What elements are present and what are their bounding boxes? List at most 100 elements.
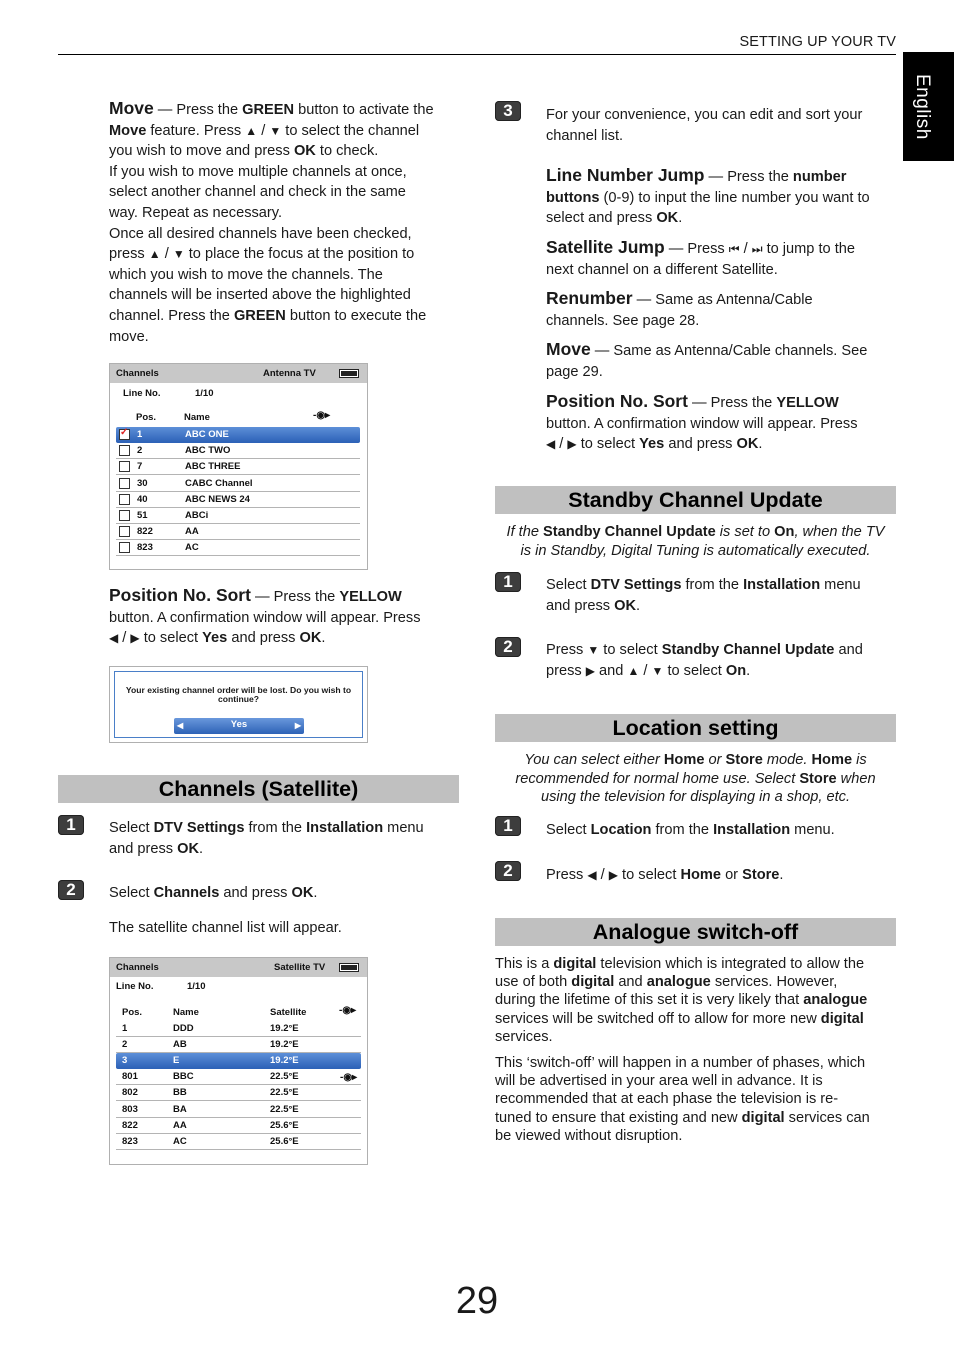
standby-step-2-text: Press ▼ to select Standby Channel Update…	[546, 642, 863, 679]
move-heading: Move	[109, 98, 154, 118]
channel-row[interactable]: 822 AA	[116, 524, 360, 541]
channel-satellite: 19.2°E	[270, 1023, 299, 1034]
channel-satellite: 22.5°E	[270, 1071, 299, 1083]
channel-row[interactable]: 822 AA 25.6°E	[116, 1118, 361, 1134]
standby-intro: If the Standby Channel Update is set to …	[506, 524, 885, 559]
channel-satellite: 19.2°E	[270, 1055, 299, 1067]
up-arrow-icon: ▲	[148, 247, 161, 262]
line-no-value: 1/10	[195, 388, 214, 399]
position-sort-heading: Position No. Sort	[109, 585, 251, 605]
satellite-channel-list-screen: Channels Satellite TV Line No. 1/10 Pos.…	[109, 957, 368, 1165]
channel-pos: 30	[137, 477, 148, 489]
step-1-badge: 1	[58, 815, 84, 835]
column-header-satellite: Satellite	[270, 1007, 307, 1018]
channel-name: AC	[173, 1135, 187, 1147]
channel-name: E	[173, 1055, 180, 1067]
channel-name: ABC ONE	[185, 429, 229, 440]
channel-row[interactable]: 801 BBC 22.5°E -◉▸	[116, 1069, 361, 1086]
channel-name: ABC TWO	[185, 445, 231, 457]
position-sort-heading: Position No. Sort	[546, 391, 688, 411]
step-3-badge: 3	[495, 101, 521, 121]
channel-satellite: 25.6°E	[270, 1135, 299, 1147]
channel-checkbox[interactable]	[119, 445, 130, 457]
location-step-2-text: Press ◀ / ▶ to select Home or Store.	[546, 867, 784, 883]
channel-row[interactable]: 40 ABC NEWS 24	[116, 492, 360, 508]
channel-name: ABCi	[185, 510, 209, 521]
channel-pos: 40	[137, 493, 148, 505]
channel-row[interactable]: 2 ABC TWO	[116, 443, 360, 460]
step-1-badge: 1	[495, 816, 521, 836]
location-step-1-text: Select Location from the Installation me…	[546, 822, 835, 838]
channel-pos: 7	[137, 461, 143, 473]
channel-checkbox[interactable]	[119, 542, 130, 554]
channel-satellite: 22.5°E	[270, 1103, 299, 1115]
line-no-label: Line No.	[116, 981, 154, 992]
satellite-move-icon: -◉▸	[340, 1072, 358, 1084]
channel-row[interactable]: 7 ABC THREE	[116, 459, 360, 476]
channel-name: ABC NEWS 24	[185, 493, 250, 505]
channel-row[interactable]: 30 CABC Channel	[116, 476, 360, 492]
satellite-move-icon: -◉▸	[313, 410, 331, 421]
channel-row[interactable]: 1 ABC ONE	[116, 427, 360, 443]
running-header: SETTING UP YOUR TV	[739, 34, 896, 50]
language-tab-label: English	[912, 74, 933, 140]
header-rule	[58, 54, 896, 55]
step-2-badge: 2	[495, 861, 521, 881]
channel-checkbox[interactable]	[119, 427, 130, 440]
page-number: 29	[455, 1280, 499, 1322]
confirmation-dialog: Your existing channel order will be lost…	[109, 666, 368, 743]
column-header-pos: Pos.	[122, 1007, 143, 1018]
channel-row[interactable]: 1 DDD 19.2°E	[116, 1021, 361, 1037]
column-header-name: Name	[173, 1007, 199, 1018]
channel-pos: 2	[137, 445, 143, 457]
skip-forward-icon: ⏭	[751, 242, 763, 256]
channel-checkbox[interactable]	[119, 493, 130, 505]
channel-row[interactable]: 3 E 19.2°E	[116, 1053, 361, 1070]
down-arrow-icon: ▼	[269, 123, 282, 138]
move-description: Move — Press the GREEN button to activat…	[109, 98, 434, 345]
channel-satellite: 22.5°E	[270, 1087, 299, 1099]
move-satellite-description: Move — Same as Antenna/Cable channels. S…	[546, 339, 868, 380]
channel-name: ABC THREE	[185, 461, 241, 473]
channel-pos: 823	[122, 1135, 138, 1147]
channel-row[interactable]: 802 BB 22.5°E	[116, 1085, 361, 1102]
channel-checkbox[interactable]	[119, 510, 130, 521]
satellite-move-icon: -◉▸	[339, 1005, 357, 1016]
channel-satellite: 19.2°E	[270, 1039, 299, 1051]
section-heading-analogue-switch-off: Analogue switch-off	[495, 918, 896, 946]
step-2-badge: 2	[495, 637, 521, 657]
channel-name: BA	[173, 1103, 187, 1115]
screen-title-bar: Channels Antenna TV	[110, 364, 367, 383]
channel-checkbox[interactable]	[119, 461, 130, 473]
channel-row[interactable]: 823 AC	[116, 540, 360, 557]
satellite-jump-description: Satellite Jump — Press ⏮ / ⏭ to jump to …	[546, 237, 855, 278]
channel-checkbox[interactable]	[119, 526, 130, 538]
channel-name: CABC Channel	[185, 477, 253, 489]
channel-name: AA	[173, 1119, 187, 1131]
channel-name: AC	[185, 542, 199, 554]
right-arrow-icon: ▶	[130, 631, 140, 646]
language-tab: English	[903, 52, 954, 161]
section-heading-standby-channel-update: Standby Channel Update	[495, 486, 896, 514]
channel-pos: 1	[122, 1023, 128, 1034]
channel-name: BB	[173, 1087, 187, 1099]
satellite-jump-heading: Satellite Jump	[546, 237, 665, 257]
channel-row[interactable]: 823 AC 25.6°E	[116, 1134, 361, 1150]
analogue-paragraph-2: This ‘switch-off’ will happen in a numbe…	[495, 1055, 870, 1144]
signal-battery-icon	[339, 369, 359, 378]
right-arrow-icon: ▶	[294, 721, 301, 730]
position-sort-description-left: Position No. Sort — Press the YELLOW but…	[109, 585, 421, 647]
yes-button[interactable]: ◀ Yes ▶	[174, 718, 304, 734]
channel-row[interactable]: 2 AB 19.2°E	[116, 1037, 361, 1054]
down-arrow-icon: ▼	[172, 247, 185, 262]
channel-pos: 823	[137, 542, 153, 554]
channel-satellite: 25.6°E	[270, 1119, 299, 1131]
section-heading-location-setting: Location setting	[495, 714, 896, 742]
channel-checkbox[interactable]	[119, 477, 130, 489]
channel-row[interactable]: 803 BA 22.5°E	[116, 1102, 361, 1118]
right-arrow-icon: ▶	[608, 868, 618, 882]
channel-row[interactable]: 51 ABCi	[116, 508, 360, 524]
yes-label: Yes	[230, 719, 248, 730]
location-intro: You can select either Home or Store mode…	[515, 752, 876, 805]
channel-pos: 822	[137, 526, 153, 538]
